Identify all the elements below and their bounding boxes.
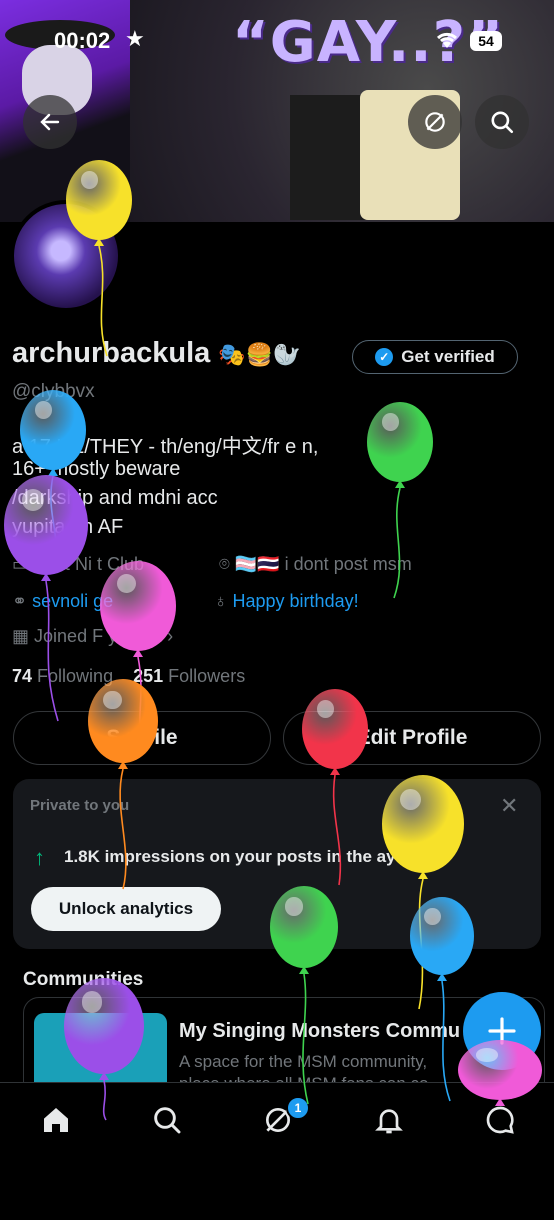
- balloon-shine: [81, 991, 103, 1013]
- eye-slash-icon: [425, 112, 445, 132]
- birthday-row: ♁ Happy birthday!: [214, 591, 359, 612]
- balloon-string: [393, 487, 401, 599]
- balloon-shine: [476, 1048, 499, 1062]
- balloon-shine: [22, 489, 45, 511]
- tab-home[interactable]: [36, 1100, 76, 1140]
- balloon-knot: [495, 1098, 505, 1106]
- calendar-icon: ▦: [12, 626, 30, 646]
- pink-balloon: [100, 561, 176, 651]
- balloon-string: [119, 768, 127, 890]
- tab-messages[interactable]: [480, 1100, 520, 1140]
- balloon-string: [45, 580, 59, 722]
- banner-text: “GAY..?”: [232, 10, 504, 75]
- balloon-knot: [41, 573, 51, 581]
- balloon-shine: [400, 788, 422, 811]
- yellow-balloon: [66, 160, 132, 240]
- back-button[interactable]: [23, 95, 77, 149]
- search-icon: [491, 111, 514, 134]
- bell-icon: [375, 1109, 403, 1134]
- chat-bubble-icon: [486, 1106, 514, 1134]
- balloon-shine: [381, 413, 399, 431]
- link-icon: ⚭: [12, 591, 28, 611]
- balloon-shine: [424, 907, 441, 926]
- blue-balloon: [20, 390, 86, 470]
- balloon-string: [102, 1079, 107, 1121]
- location-text: 🏳️‍⚧️🇹🇭 i dont post msm: [234, 554, 412, 574]
- get-verified-label: Get verified: [401, 347, 495, 366]
- balloon-shine: [34, 401, 52, 419]
- arrow-up-icon: ↑: [34, 845, 45, 870]
- balloon-shine: [103, 690, 122, 710]
- home-icon: [44, 1108, 68, 1132]
- location-pin-icon: ⌾: [219, 554, 230, 574]
- get-verified-button[interactable]: ✓ Get verified: [352, 340, 518, 374]
- analytics-card-title: Private to you: [30, 797, 130, 814]
- tab-notifications[interactable]: [369, 1100, 409, 1140]
- balloon-string: [332, 774, 342, 886]
- profile-name-emojis: 🎭🍔🦭: [218, 342, 301, 367]
- green-balloon: [270, 886, 338, 968]
- balloon-knot: [99, 1072, 109, 1080]
- green-balloon: [367, 402, 433, 482]
- purple-balloon: [4, 475, 88, 575]
- balloon-shine: [316, 700, 334, 718]
- balloon-string: [441, 980, 451, 1102]
- blue-balloon: [410, 897, 474, 975]
- star-icon: ★: [125, 26, 145, 51]
- balloon-knot: [437, 973, 447, 981]
- following-count: 74: [12, 666, 33, 686]
- wifi-icon: [436, 32, 458, 48]
- birthday-text: Happy birthday!: [232, 591, 359, 611]
- purple-balloon: [64, 978, 144, 1074]
- yellow-balloon: [382, 775, 464, 873]
- profile-name: archurbackula 🎭🍔🦭: [12, 337, 301, 370]
- balloon-knot: [94, 238, 104, 246]
- tab-search[interactable]: [147, 1100, 187, 1140]
- balloon-knot: [133, 649, 143, 657]
- search-icon: [154, 1107, 181, 1134]
- location-row: ⌾ 🏳️‍⚧️🇹🇭 i dont post msm: [219, 554, 412, 575]
- hide-banner-button[interactable]: [408, 95, 462, 149]
- balloon-knot: [299, 966, 309, 974]
- balloon-icon: ♁: [214, 591, 228, 611]
- balloon-knot: [418, 871, 428, 879]
- balloon-shine: [116, 573, 137, 594]
- pink-balloon: [458, 1040, 542, 1100]
- balloon-knot: [330, 767, 340, 775]
- balloon-string: [302, 973, 309, 1105]
- orange-balloon: [88, 679, 158, 763]
- balloon-shine: [80, 171, 98, 189]
- search-button[interactable]: [475, 95, 529, 149]
- balloon-knot: [395, 480, 405, 488]
- status-time: 00:02: [54, 28, 111, 53]
- verified-badge-icon: ✓: [375, 348, 394, 366]
- battery-indicator: 54: [470, 31, 502, 51]
- followers-label: Followers: [168, 666, 246, 686]
- red-balloon: [302, 689, 368, 769]
- balloon-shine: [284, 897, 303, 916]
- balloon-string: [98, 245, 108, 357]
- arrow-left-icon: [40, 113, 60, 131]
- balloon-knot: [118, 761, 128, 769]
- close-icon[interactable]: ✕: [500, 793, 518, 819]
